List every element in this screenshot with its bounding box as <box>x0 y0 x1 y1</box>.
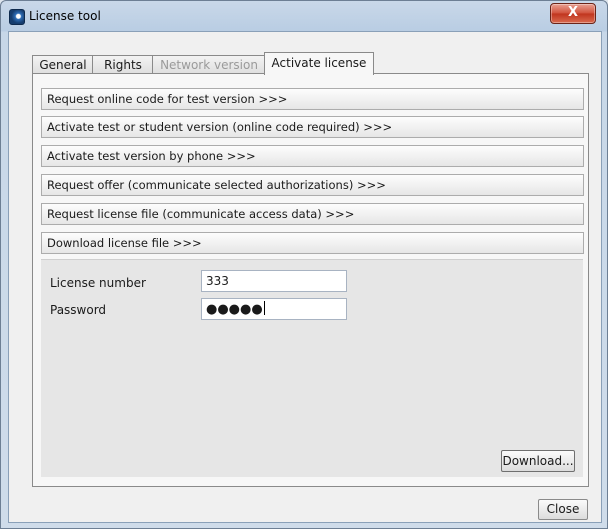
license-number-field[interactable]: 333 <box>201 270 347 292</box>
app-logo-icon <box>9 9 25 25</box>
activate-license-panel: Request online code for test version >>>… <box>32 73 589 487</box>
title-bar[interactable]: License tool X <box>1 1 607 31</box>
activate-by-phone-button[interactable]: Activate test version by phone >>> <box>41 145 584 167</box>
download-license-form: License number 333 Password ●●●●● Downlo… <box>41 259 583 477</box>
license-tool-window: License tool X General Rights Network ve… <box>0 0 608 529</box>
window-title: License tool <box>29 9 101 23</box>
request-offer-button[interactable]: Request offer (communicate selected auth… <box>41 174 584 196</box>
request-online-code-button[interactable]: Request online code for test version >>> <box>41 88 584 110</box>
tab-rights[interactable]: Rights <box>92 55 154 74</box>
password-mask: ●●●●● <box>206 302 263 317</box>
license-number-label: License number <box>50 276 146 290</box>
close-button[interactable]: Close <box>538 499 588 520</box>
activate-test-student-button[interactable]: Activate test or student version (online… <box>41 116 584 138</box>
dialog-body: General Rights Network version Activate … <box>8 31 602 523</box>
tab-activate-license[interactable]: Activate license <box>264 52 374 75</box>
password-label: Password <box>50 303 107 317</box>
download-button[interactable]: Download... <box>501 450 575 472</box>
request-license-file-button[interactable]: Request license file (communicate access… <box>41 203 584 225</box>
password-field[interactable]: ●●●●● <box>201 298 347 320</box>
text-caret <box>263 301 265 315</box>
window-close-icon[interactable]: X <box>550 3 596 24</box>
tab-general[interactable]: General <box>32 55 94 74</box>
download-license-file-button[interactable]: Download license file >>> <box>41 232 584 254</box>
tab-network-version: Network version <box>152 55 266 74</box>
